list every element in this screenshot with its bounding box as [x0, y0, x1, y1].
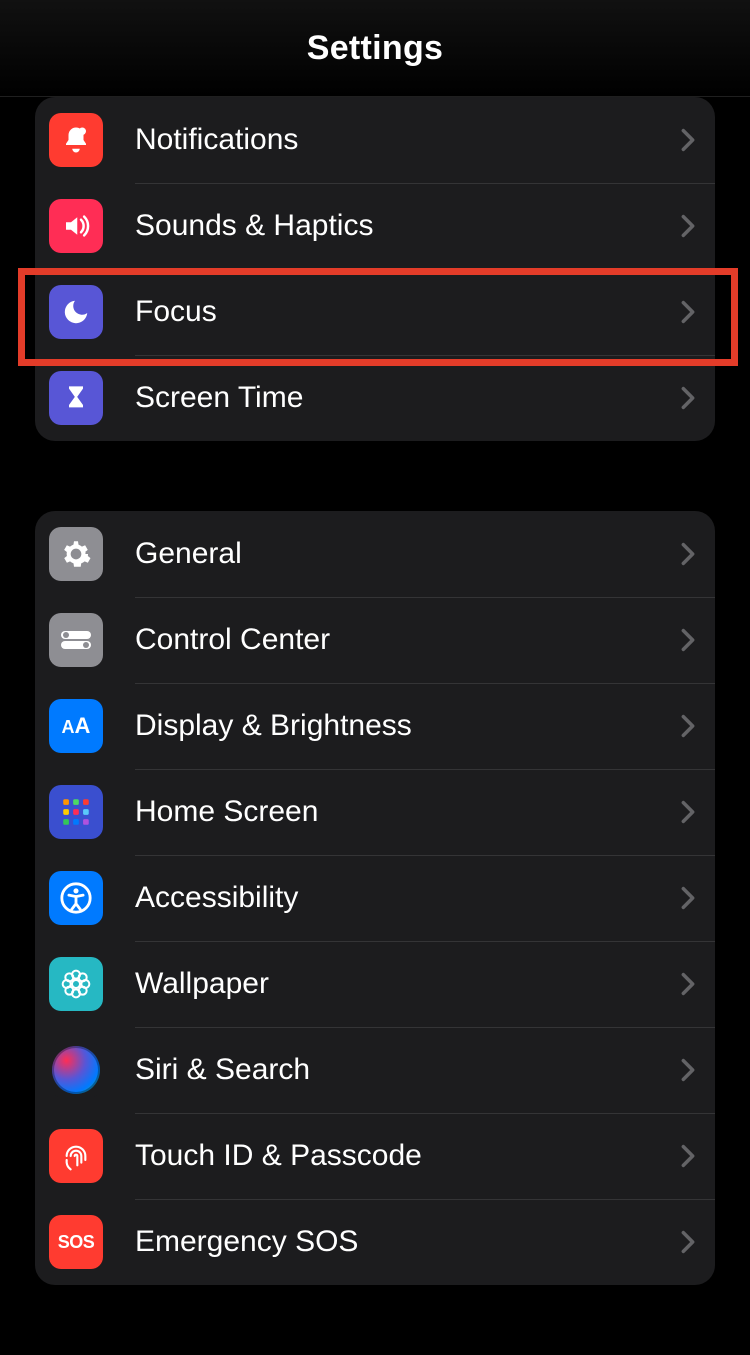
focus-row[interactable]: Focus [35, 269, 715, 355]
chevron-right-icon [681, 300, 695, 324]
row-label: General [135, 537, 681, 571]
header: Settings [0, 0, 750, 97]
row-label: Emergency SOS [135, 1225, 681, 1259]
emergency-sos-row[interactable]: SOS Emergency SOS [35, 1199, 715, 1285]
chevron-right-icon [681, 628, 695, 652]
control-center-row[interactable]: Control Center [35, 597, 715, 683]
gear-icon [49, 527, 103, 581]
accessibility-icon [49, 871, 103, 925]
row-label: Accessibility [135, 881, 681, 915]
chevron-right-icon [681, 800, 695, 824]
chevron-right-icon [681, 972, 695, 996]
chevron-right-icon [681, 886, 695, 910]
fingerprint-icon [49, 1129, 103, 1183]
sounds-haptics-row[interactable]: Sounds & Haptics [35, 183, 715, 269]
chevron-right-icon [681, 714, 695, 738]
row-label: Display & Brightness [135, 709, 681, 743]
screen-time-row[interactable]: Screen Time [35, 355, 715, 441]
chevron-right-icon [681, 1058, 695, 1082]
page-title: Settings [307, 29, 444, 68]
display-brightness-row[interactable]: AA Display & Brightness [35, 683, 715, 769]
general-row[interactable]: General [35, 511, 715, 597]
row-label: Sounds & Haptics [135, 209, 681, 243]
settings-group-general: General Control Center AA Display & Brig… [35, 511, 715, 1285]
row-label: Notifications [135, 123, 681, 157]
chevron-right-icon [681, 214, 695, 238]
wallpaper-row[interactable]: Wallpaper [35, 941, 715, 1027]
siri-icon [49, 1043, 103, 1097]
row-label: Wallpaper [135, 967, 681, 1001]
moon-icon [49, 285, 103, 339]
home-screen-row[interactable]: Home Screen [35, 769, 715, 855]
app-grid-icon [49, 785, 103, 839]
text-size-icon: AA [49, 699, 103, 753]
chevron-right-icon [681, 1230, 695, 1254]
accessibility-row[interactable]: Accessibility [35, 855, 715, 941]
notifications-row[interactable]: Notifications [35, 97, 715, 183]
row-label: Screen Time [135, 381, 681, 415]
siri-search-row[interactable]: Siri & Search [35, 1027, 715, 1113]
row-label: Control Center [135, 623, 681, 657]
chevron-right-icon [681, 386, 695, 410]
speaker-icon [49, 199, 103, 253]
row-label: Siri & Search [135, 1053, 681, 1087]
sos-icon: SOS [49, 1215, 103, 1269]
bell-icon [49, 113, 103, 167]
touch-id-passcode-row[interactable]: Touch ID & Passcode [35, 1113, 715, 1199]
chevron-right-icon [681, 1144, 695, 1168]
chevron-right-icon [681, 542, 695, 566]
chevron-right-icon [681, 128, 695, 152]
hourglass-icon [49, 371, 103, 425]
settings-group-sounds-focus: Notifications Sounds & Haptics Focus Scr… [35, 97, 715, 441]
row-label: Focus [135, 295, 681, 329]
row-label: Home Screen [135, 795, 681, 829]
row-label: Touch ID & Passcode [135, 1139, 681, 1173]
toggles-icon [49, 613, 103, 667]
flower-icon [49, 957, 103, 1011]
